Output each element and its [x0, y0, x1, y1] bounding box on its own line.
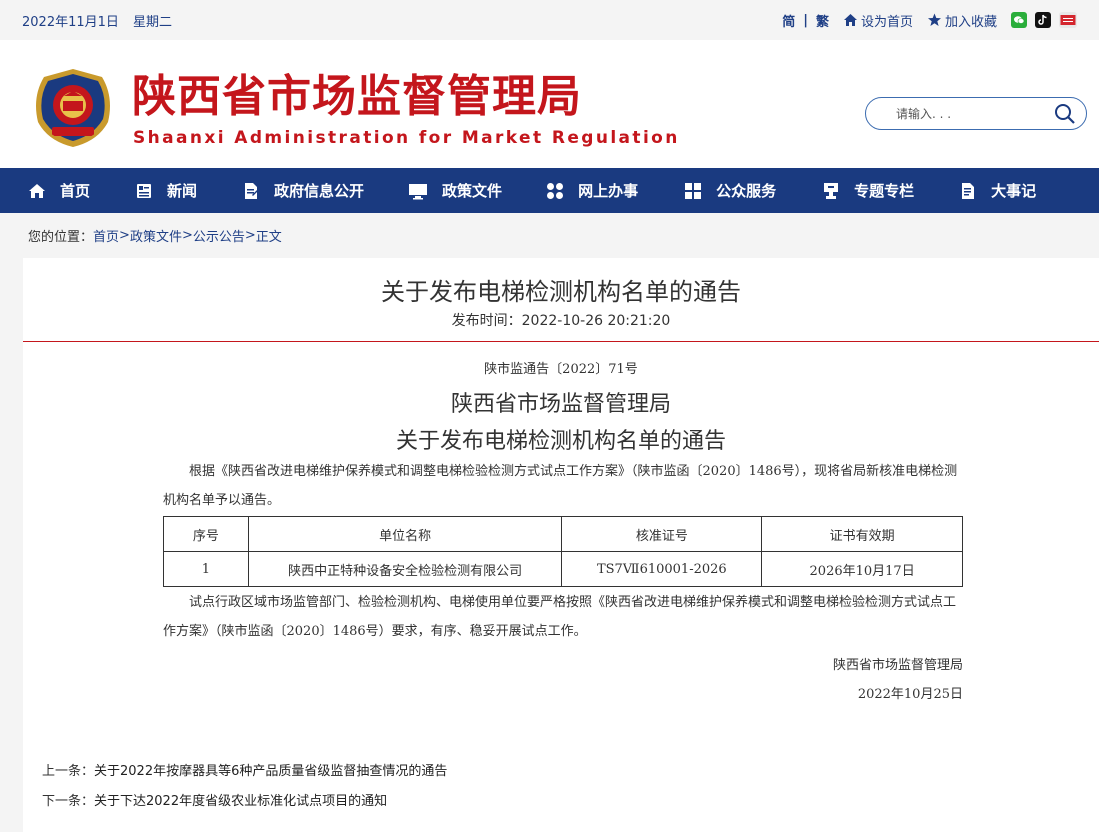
signature-date: 2022年10月25日	[857, 687, 963, 702]
publish-time-label: 发布时间：	[451, 313, 522, 329]
nav-label: 专题专栏	[854, 182, 915, 200]
set-home-link[interactable]: 设为首页	[843, 11, 913, 30]
breadcrumb-separator: >	[181, 228, 193, 243]
breadcrumb-prefix: 您的位置：	[28, 230, 94, 245]
table-header-cell: 单位名称	[247, 516, 563, 552]
table-cell: TS7Ⅶ610001-2026	[561, 551, 763, 587]
main-nav: 首页 新闻 政府信息公开 政策文件 网上办事 公众服务 专题专栏 大事记	[0, 168, 1099, 213]
traditional-chinese-link[interactable]: 繁	[816, 11, 829, 30]
prev-article: 上一条：关于2022年按摩器具等6种产品质量省级监督抽查情况的通告	[42, 760, 447, 779]
nav-label: 政策文件	[442, 182, 503, 200]
weekday-text: 星期二	[133, 14, 173, 30]
add-favorite-label: 加入收藏	[944, 14, 997, 30]
nav-item-online-service[interactable]: 网上办事	[546, 168, 638, 213]
nav-item-home[interactable]: 首页	[28, 168, 90, 213]
table-cell: 1	[163, 551, 249, 587]
add-favorite-link[interactable]: 加入收藏	[927, 11, 997, 30]
nav-item-special-topics[interactable]: 专题专栏	[822, 168, 914, 213]
next-article: 下一条：关于下达2022年度省级农业标准化试点项目的通知	[42, 790, 387, 809]
breadcrumb-current[interactable]: 正文	[256, 226, 282, 245]
breadcrumb-policy[interactable]: 政策文件	[130, 226, 182, 245]
douyin-icon[interactable]	[1035, 12, 1051, 28]
nav-label: 大事记	[991, 182, 1037, 200]
body-paragraph-2: 试点行政区域市场监管部门、检验检测机构、电梯使用单位要严格按照《陕西省改进电梯维…	[163, 595, 957, 639]
nav-label: 网上办事	[578, 182, 639, 200]
body-paragraph-1: 根据《陕西省改进电梯维护保养模式和调整电梯检验检测方式试点工作方案》（陕市监函〔…	[163, 464, 958, 508]
table-header-cell: 证书有效期	[761, 516, 963, 552]
table-header-cell: 核准证号	[561, 516, 763, 552]
table-header-row: 序号 单位名称 核准证号 证书有效期	[163, 516, 963, 552]
article-panel: 关于发布电梯检测机构名单的通告 发布时间：2022-10-26 20:21:20…	[23, 258, 1099, 832]
home-icon	[29, 183, 45, 198]
breadcrumb-home[interactable]: 首页	[93, 226, 119, 245]
nav-item-events[interactable]: 大事记	[959, 168, 1036, 213]
table-cell: 陕西中正特种设备安全检验检测有限公司	[247, 551, 563, 587]
nav-item-news[interactable]: 新闻	[135, 168, 197, 213]
top-links: 简 | 繁 设为首页 加入收藏	[782, 11, 1077, 30]
set-home-label: 设为首页	[860, 14, 913, 30]
article-title: 关于发布电梯检测机构名单的通告	[381, 278, 741, 306]
lang-separator: |	[803, 12, 808, 28]
document-issuer: 陕西省市场监督管理局	[450, 392, 671, 417]
simplified-chinese-link[interactable]: 简	[782, 11, 795, 30]
nav-label: 新闻	[167, 182, 198, 200]
nav-label: 公众服务	[716, 182, 777, 200]
document-heading: 关于发布电梯检测机构名单的通告	[395, 429, 726, 454]
nav-label: 首页	[60, 182, 91, 200]
table-row: 1 陕西中正特种设备安全检验检测有限公司 TS7Ⅶ610001-2026 202…	[163, 551, 963, 587]
nav-item-policy[interactable]: 政策文件	[408, 168, 502, 213]
document-number: 陕市监通告〔2022〕71号	[484, 362, 638, 377]
prev-label: 上一条：	[42, 764, 95, 779]
table-cell: 2026年10月17日	[761, 551, 963, 587]
publish-time-value: 2022-10-26 20:21:20	[521, 313, 671, 329]
news-icon	[137, 183, 152, 198]
grid-circles-icon	[547, 182, 564, 199]
doc-edit-icon	[245, 182, 260, 199]
grid-squares-icon	[685, 182, 702, 199]
signature-org: 陕西省市场监督管理局	[832, 658, 963, 673]
police-emblem-logo[interactable]	[30, 67, 116, 149]
search-box[interactable]: 请输入. . .	[865, 97, 1087, 130]
agency-table: 序号 单位名称 核准证号 证书有效期 1 陕西中正特种设备安全检验检测有限公司 …	[163, 516, 963, 587]
prev-article-link[interactable]: 关于2022年按摩器具等6种产品质量省级监督抽查情况的通告	[94, 764, 447, 779]
toutiao-icon[interactable]	[1059, 12, 1077, 28]
search-icon[interactable]	[1054, 103, 1076, 125]
home-icon	[843, 14, 857, 26]
top-bar: 2022年11月1日 星期二 简 | 繁 设为首页 加入收藏	[0, 0, 1099, 40]
table-header-cell: 序号	[163, 516, 249, 552]
monitor-icon	[409, 183, 428, 199]
site-header: 陕西省市场监督管理局 Shaanxi Administration for Ma…	[0, 40, 1099, 168]
breadcrumb-separator: >	[244, 228, 256, 243]
breadcrumb-notices[interactable]: 公示公告	[193, 226, 245, 245]
title-divider	[23, 341, 1099, 342]
notebook-icon	[962, 182, 975, 199]
wechat-icon[interactable]	[1011, 12, 1027, 28]
next-label: 下一条：	[42, 794, 95, 809]
nav-item-gov-info[interactable]: 政府信息公开	[242, 168, 364, 213]
breadcrumb: 您的位置： 首页 > 政策文件 > 公示公告 > 正文	[0, 213, 1099, 258]
site-subtitle: Shaanxi Administration for Market Regula…	[133, 128, 680, 148]
next-article-link[interactable]: 关于下达2022年度省级农业标准化试点项目的通知	[94, 794, 387, 809]
publish-time: 发布时间：2022-10-26 20:21:20	[23, 310, 1099, 330]
site-title: 陕西省市场监督管理局	[132, 71, 582, 122]
date-display: 2022年11月1日 星期二	[22, 11, 182, 30]
date-text: 2022年11月1日	[22, 14, 119, 30]
nav-label: 政府信息公开	[274, 182, 365, 200]
star-icon	[927, 13, 941, 26]
nav-item-public-service[interactable]: 公众服务	[684, 168, 776, 213]
trophy-icon	[824, 182, 839, 199]
search-input[interactable]: 请输入. . .	[896, 105, 951, 122]
breadcrumb-separator: >	[119, 228, 130, 243]
